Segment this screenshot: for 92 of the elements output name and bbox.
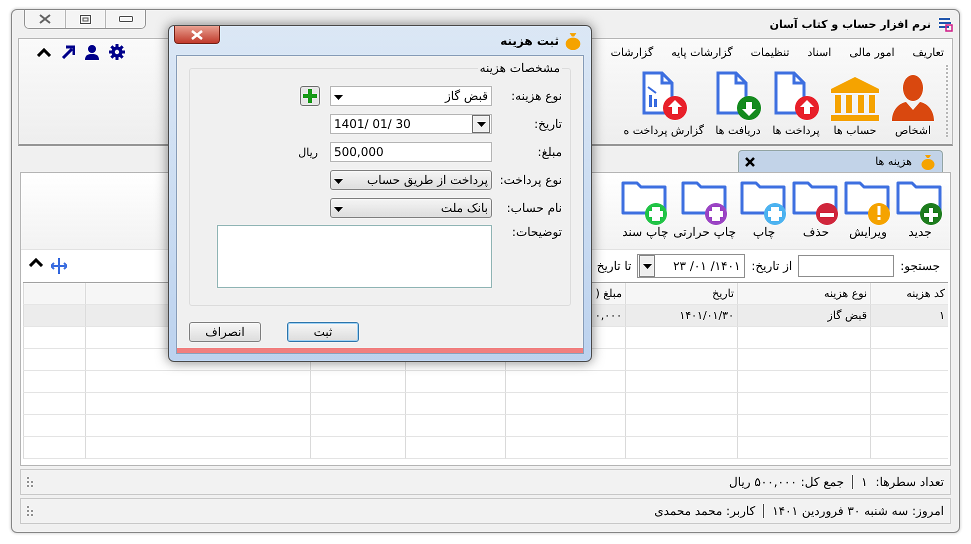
ribbon-button[interactable]: گزارش پرداخت ه [621, 71, 706, 137]
close-icon [39, 14, 51, 24]
dropdown-arrow-icon [642, 264, 652, 268]
minimize-button[interactable] [105, 10, 145, 28]
plus-icon [303, 89, 317, 103]
tab-label: هزینه ها [875, 155, 912, 168]
caret-icon [334, 179, 343, 184]
table-cell: ۱۴۰۱/۰۱/۳۰ [625, 305, 737, 327]
ribbon-button[interactable]: پرداخت ها [770, 71, 822, 137]
from-date-label: از تاریخ: [751, 259, 792, 273]
row-count-label: تعداد سطرها: [876, 475, 944, 489]
chart-document-icon [640, 71, 688, 121]
grip-icon [27, 477, 33, 487]
amount-field[interactable]: 500,000 [330, 142, 492, 162]
column-header[interactable]: نوع هزینه [737, 283, 870, 305]
ribbon-button[interactable]: حساب ها [828, 77, 882, 137]
table-cell [23, 327, 85, 349]
chevron-up-icon[interactable] [29, 258, 43, 267]
today-date: امروز: سه شنبه ۳۰ فروردین ۱۴۰۱ [772, 504, 944, 518]
close-icon[interactable] [745, 156, 755, 166]
close-button[interactable] [25, 10, 65, 28]
table-cell [23, 349, 85, 371]
table-cell [23, 415, 85, 437]
toolbar-button[interactable]: چاپ سند [621, 177, 670, 249]
menu-item[interactable]: گزارشات [610, 46, 654, 58]
ribbon-button[interactable]: اشخاص [888, 73, 938, 137]
field-label: مبلغ: [536, 145, 562, 159]
close-button[interactable] [174, 26, 220, 44]
current-user: کاربر: محمد محمدی [654, 504, 756, 518]
document-icon [714, 71, 762, 121]
menu-item[interactable]: تعاریف [912, 46, 944, 58]
field-label: نام حساب: [506, 201, 562, 215]
bank-icon [830, 77, 880, 121]
toolbar-button[interactable]: جدید [896, 177, 944, 249]
caret-icon [334, 207, 343, 212]
tab[interactable]: هزینه ها [738, 150, 943, 172]
restore-button[interactable] [65, 10, 105, 28]
dropdown[interactable]: بانک ملت [330, 198, 492, 218]
dialog-title: ثبت هزینه [500, 34, 559, 48]
date-field[interactable]: 1401/ 01/ 30 [330, 114, 492, 134]
table-cell [23, 371, 85, 393]
money-bag-icon [564, 32, 582, 50]
toolbar-button[interactable]: چاپ حرارتی [673, 177, 736, 249]
search-label: جستجو: [900, 259, 940, 273]
money-bag-icon [920, 154, 936, 170]
total-amount: جمع کل: ۵۰۰,۰۰۰ ریال [729, 475, 844, 489]
menu-item[interactable]: امور مالی [849, 46, 895, 58]
toolbar-button[interactable]: چاپ [740, 177, 788, 249]
caret-icon [334, 95, 343, 100]
row-count: ۱ [861, 475, 868, 489]
search-field[interactable] [798, 255, 894, 277]
description-field[interactable] [217, 225, 492, 288]
table-cell [23, 393, 85, 415]
chevron-up-icon[interactable] [37, 48, 51, 56]
dialog-button[interactable]: انصراف [189, 322, 261, 342]
column-header[interactable]: کد هزینه [870, 283, 948, 305]
window-title: نرم افزار حساب و کتاب آسان [770, 18, 931, 30]
menu-item[interactable]: گزارشات پایه [671, 46, 733, 58]
restore-icon [80, 14, 91, 24]
from-date-field[interactable]: ۱۴۰۱/ ۰۱/ ۲۳ [637, 254, 746, 278]
table-cell [23, 305, 85, 327]
table-cell: قبض گاز [737, 305, 870, 327]
toolbar-button[interactable]: ویرایش [844, 177, 892, 249]
minimize-icon [118, 16, 132, 22]
table-cell: ۱ [870, 305, 948, 327]
dropdown-arrow-icon [476, 122, 486, 126]
combo-box[interactable]: قبض گاز [330, 86, 492, 106]
add-button[interactable] [300, 86, 320, 106]
menu-item[interactable]: تنظیمات [750, 46, 790, 58]
user-icon[interactable] [85, 44, 99, 60]
to-date-label: تا تاریخ [596, 259, 632, 273]
field-label: توضیحات: [510, 225, 562, 239]
menu-item[interactable]: اسناد [807, 46, 832, 58]
app-logo-icon [937, 16, 953, 32]
close-icon [191, 30, 203, 40]
column-header[interactable]: تاریخ [625, 283, 737, 305]
field-label: نوع پرداخت: [498, 173, 562, 187]
arrow-icon[interactable] [61, 45, 75, 59]
field-label: نوع هزینه: [510, 89, 562, 103]
move-icon[interactable] [51, 258, 67, 274]
field-label: تاریخ: [533, 117, 562, 131]
settings-icon[interactable] [109, 44, 125, 60]
unit-label: ریال [298, 146, 318, 158]
group-title: مشخصات هزینه [478, 61, 562, 75]
toolbar-button[interactable]: حذف [792, 177, 840, 249]
table-cell [23, 437, 85, 459]
document-icon [772, 71, 820, 121]
grip-icon [27, 506, 33, 516]
person-icon [890, 73, 936, 121]
dropdown[interactable]: پرداخت از طریق حساب [330, 170, 492, 190]
dialog-button[interactable]: ثبت [287, 322, 359, 342]
ribbon-button[interactable]: دریافت ها [712, 71, 764, 137]
